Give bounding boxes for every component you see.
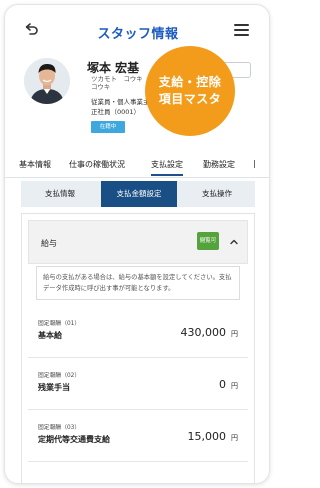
pay-item-unit: 円 — [231, 434, 238, 442]
pay-item-amount: 0 — [219, 378, 226, 391]
app-header: スタッフ情報 — [5, 5, 269, 51]
profile-department: 従業員・個人事業主 — [91, 98, 150, 106]
tab-more[interactable]: | — [253, 159, 256, 168]
status-badge: 在籍中 — [91, 121, 125, 133]
salary-panel: 給与 閲覧可 給与の支払がある場合は、給与の基本額を設定してください。支払データ… — [21, 213, 255, 483]
top-tab-bar: 基本情報 仕事の稼働状況 支払設定 勤務設定 | — [5, 154, 269, 178]
subtab-payment-info[interactable]: 支払情報 — [21, 181, 99, 207]
profile-name: 塚本 宏基 — [87, 61, 140, 75]
pay-item-amount: 430,000 — [180, 326, 227, 339]
promo-badge: 支給・控除 項目マスタ — [145, 46, 235, 136]
pay-item-code: 固定報酬（01） — [38, 321, 81, 327]
pay-item-row[interactable]: 固定報酬（02） 残業手当 0 円 — [28, 358, 248, 410]
pay-item-row[interactable]: 固定報酬（01） 基本給 430,000 円 — [28, 306, 248, 358]
tab-basic-info[interactable]: 基本情報 — [19, 159, 51, 170]
profile-employee-number: 正社員（0001） — [91, 108, 141, 116]
tab-work-settings[interactable]: 勤務設定 — [203, 159, 235, 170]
info-message: 給与の支払がある場合は、給与の基本額を設定してください。支払データ作成時に呼び出… — [36, 266, 240, 300]
sub-tab-bar: 支払情報 支払金額設定 支払操作 — [21, 181, 255, 207]
pay-item-name: 基本給 — [38, 331, 62, 340]
promo-line-2: 項目マスタ — [158, 92, 222, 106]
avatar — [24, 58, 70, 104]
pay-item-unit: 円 — [231, 330, 238, 338]
pay-item-unit: 円 — [231, 382, 238, 390]
chevron-up-icon[interactable] — [229, 237, 239, 247]
pay-item-row[interactable]: 固定報酬（03） 定期代等交通費支給 15,000 円 — [28, 410, 248, 462]
pay-item-amount: 15,000 — [187, 430, 227, 443]
page-title: スタッフ情報 — [97, 27, 179, 42]
view-only-badge: 閲覧可 — [197, 232, 219, 250]
tab-payment-settings[interactable]: 支払設定 — [151, 159, 183, 176]
pay-item-name: 定期代等交通費支給 — [38, 435, 110, 444]
salary-section-header[interactable]: 給与 閲覧可 — [28, 220, 248, 264]
pay-item-code: 固定報酬（03） — [38, 425, 81, 431]
promo-line-1: 支給・控除 — [158, 75, 222, 89]
subtab-payment-amount[interactable]: 支払金額設定 — [101, 181, 177, 207]
subtab-payment-operation[interactable]: 支払操作 — [179, 181, 255, 207]
phone-frame: スタッフ情報 塚本 宏基 ツカモト コウキ コウキ 従業員・個人事業主 正社員（… — [4, 4, 270, 484]
pay-item-code: 固定報酬（02） — [38, 373, 81, 379]
section-title: 給与 — [41, 239, 57, 248]
hamburger-menu-icon[interactable] — [234, 24, 249, 36]
tab-work-status[interactable]: 仕事の稼働状況 — [69, 159, 125, 170]
pay-item-name: 残業手当 — [38, 383, 70, 392]
